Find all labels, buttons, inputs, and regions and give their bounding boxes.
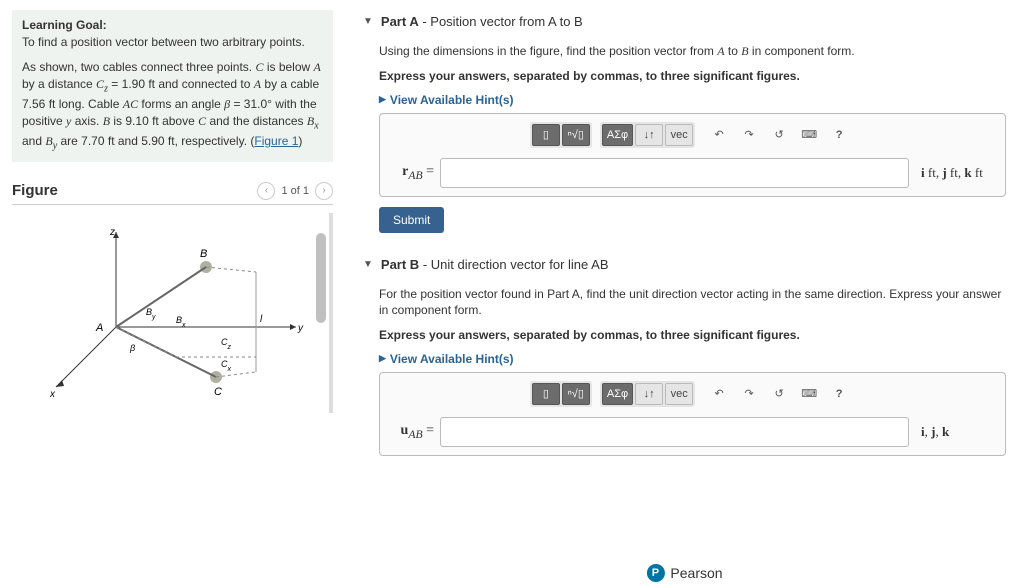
svg-text:Cx: Cx [221, 359, 232, 373]
figure-image: y x z A B C [12, 213, 333, 413]
templates-button[interactable]: ▯ [532, 383, 560, 405]
part-a-answer-input[interactable] [440, 158, 909, 188]
svg-text:Bx: Bx [176, 315, 186, 329]
part-b-prompt: For the position vector found in Part A,… [379, 286, 1006, 320]
part-b-answer-input[interactable] [440, 417, 909, 447]
triangle-right-icon: ▶ [379, 353, 386, 364]
vec-button[interactable]: vec [665, 124, 693, 146]
part-b-rhs: i, j, k [915, 424, 995, 440]
figure-page-indicator: 1 of 1 [281, 185, 309, 197]
part-b-instruction: Express your answers, separated by comma… [379, 327, 1006, 344]
help-button[interactable]: ? [825, 124, 853, 146]
svg-text:C: C [214, 386, 222, 398]
part-a-toolbar: ▯ ⁿ√▯ ΑΣφ ↓↑ vec ↶ ↷ ↺ ⌨ ? [390, 122, 995, 148]
part-a-header[interactable]: ▼ Part A - Position vector from A to B [363, 10, 1006, 33]
part-a-answer-panel: ▯ ⁿ√▯ ΑΣφ ↓↑ vec ↶ ↷ ↺ ⌨ ? [379, 113, 1006, 197]
svg-text:A: A [95, 322, 103, 334]
arrows-button[interactable]: ↓↑ [635, 383, 663, 405]
prev-figure-button[interactable]: ‹ [257, 182, 275, 200]
templates-button[interactable]: ▯ [532, 124, 560, 146]
undo-button[interactable]: ↶ [705, 383, 733, 405]
goal-label: Learning Goal: [22, 18, 323, 32]
triangle-right-icon: ▶ [379, 94, 386, 105]
part-a-rhs: i ft, j ft, k ft [915, 165, 995, 181]
greek-button[interactable]: ΑΣφ [602, 383, 633, 405]
root-button[interactable]: ⁿ√▯ [562, 124, 590, 146]
svg-text:l: l [260, 314, 263, 325]
caret-down-icon: ▼ [363, 16, 373, 27]
part-a-lhs: rAB = [390, 164, 434, 182]
redo-button[interactable]: ↷ [735, 124, 763, 146]
reset-button[interactable]: ↺ [765, 124, 793, 146]
pearson-brand: Pearson [670, 565, 722, 581]
root-button[interactable]: ⁿ√▯ [562, 383, 590, 405]
problem-statement: As shown, two cables connect three point… [22, 59, 323, 154]
figure-heading: Figure [12, 182, 58, 199]
svg-text:y: y [297, 323, 304, 334]
arrows-button[interactable]: ↓↑ [635, 124, 663, 146]
greek-button[interactable]: ΑΣφ [602, 124, 633, 146]
svg-text:x: x [49, 389, 56, 400]
figure-pager: ‹ 1 of 1 › [257, 182, 333, 200]
part-b-lhs: uAB = [390, 423, 434, 441]
reset-button[interactable]: ↺ [765, 383, 793, 405]
caret-down-icon: ▼ [363, 259, 373, 270]
part-b-toolbar: ▯ ⁿ√▯ ΑΣφ ↓↑ vec ↶ ↷ ↺ ⌨ ? [390, 381, 995, 407]
part-a-hints-toggle[interactable]: ▶View Available Hint(s) [379, 93, 1006, 107]
keyboard-button[interactable]: ⌨ [795, 383, 823, 405]
part-a-instruction: Express your answers, separated by comma… [379, 68, 1006, 85]
part-a-prompt: Using the dimensions in the figure, find… [379, 43, 1006, 60]
goal-text: To find a position vector between two ar… [22, 34, 323, 51]
figure-scrollbar[interactable] [316, 233, 326, 323]
svg-text:Cz: Cz [221, 337, 232, 351]
part-b-header[interactable]: ▼ Part B - Unit direction vector for lin… [363, 253, 1006, 276]
redo-button[interactable]: ↷ [735, 383, 763, 405]
learning-goal-box: Learning Goal: To find a position vector… [12, 10, 333, 162]
part-b-answer-panel: ▯ ⁿ√▯ ΑΣφ ↓↑ vec ↶ ↷ ↺ ⌨ ? [379, 372, 1006, 456]
svg-text:B: B [200, 248, 207, 260]
pearson-logo-icon: P [646, 564, 664, 582]
keyboard-button[interactable]: ⌨ [795, 124, 823, 146]
svg-text:By: By [146, 307, 156, 321]
undo-button[interactable]: ↶ [705, 124, 733, 146]
part-a-submit-button[interactable]: Submit [379, 207, 444, 233]
figure-link[interactable]: Figure 1 [254, 134, 298, 148]
help-button[interactable]: ? [825, 383, 853, 405]
vec-button[interactable]: vec [665, 383, 693, 405]
part-b-hints-toggle[interactable]: ▶View Available Hint(s) [379, 352, 1006, 366]
pearson-footer: P Pearson [646, 564, 722, 582]
next-figure-button[interactable]: › [315, 182, 333, 200]
svg-text:β: β [129, 343, 135, 353]
